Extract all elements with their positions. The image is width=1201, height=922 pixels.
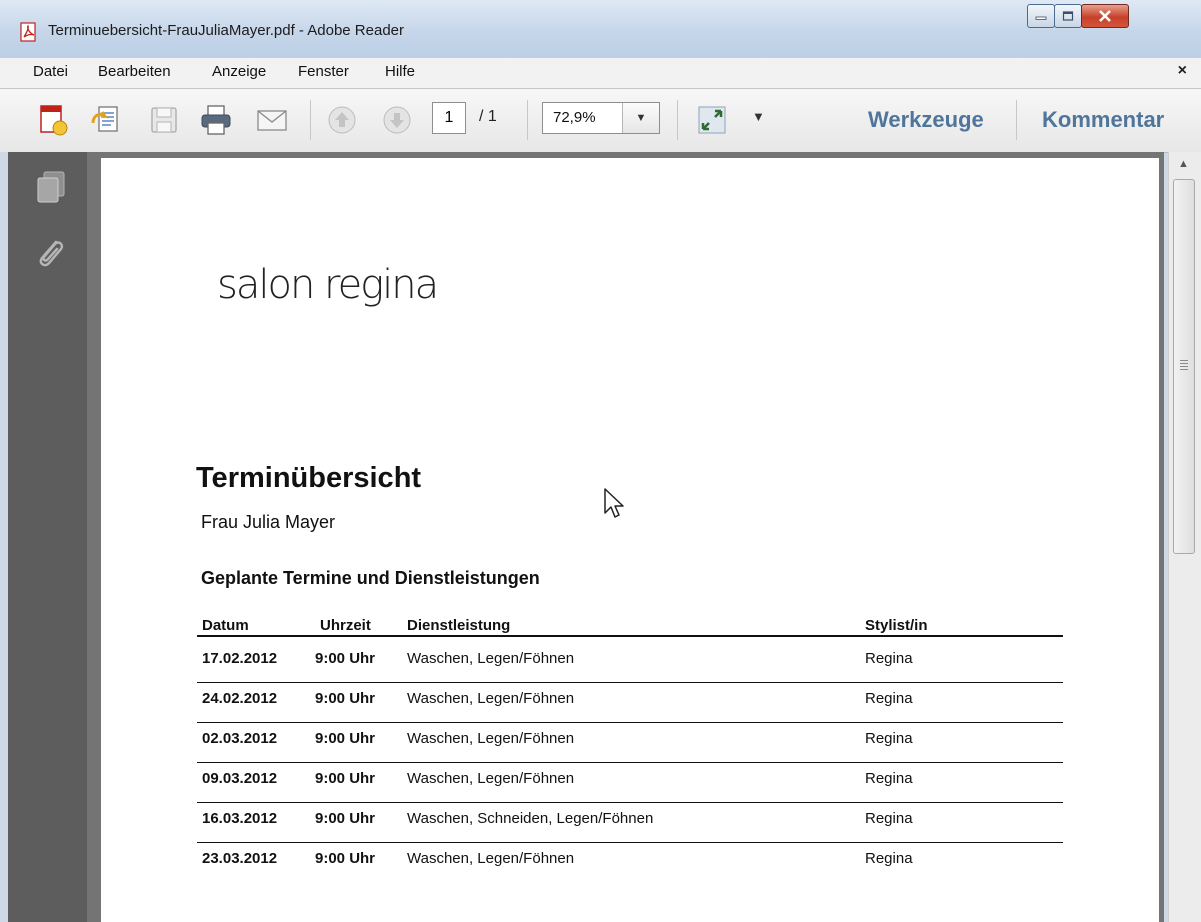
cell-dienstleistung: Waschen, Legen/Föhnen — [407, 690, 575, 707]
page-down-icon[interactable] — [380, 103, 414, 137]
menu-anzeige[interactable]: Anzeige — [212, 63, 266, 80]
vertical-scrollbar[interactable]: ▲ — [1168, 152, 1201, 922]
cell-stylist: Regina — [865, 730, 913, 747]
table-row: 02.03.2012 9:00 Uhr Waschen, Legen/Föhne… — [197, 723, 1063, 763]
title-bar: Terminuebersicht-FrauJuliaMayer.pdf - Ad… — [0, 0, 1201, 58]
cell-stylist: Regina — [865, 850, 913, 867]
close-button[interactable] — [1081, 4, 1129, 28]
document-title: Terminübersicht — [196, 462, 422, 494]
attachment-icon[interactable] — [30, 234, 70, 274]
menu-bar: Datei Bearbeiten Anzeige Fenster Hilfe × — [0, 58, 1201, 89]
document-subtitle: Frau Julia Mayer — [201, 512, 336, 532]
salon-logo: salon regina — [217, 262, 439, 308]
chevron-down-icon: ▼ — [635, 112, 647, 124]
email-icon[interactable] — [255, 103, 289, 137]
toolbar-separator — [677, 100, 678, 140]
scrollbar-grip-icon — [1180, 360, 1188, 372]
cell-datum: 02.03.2012 — [202, 730, 278, 747]
toolbar-more-icon[interactable]: ▼ — [752, 109, 765, 124]
page-thumbnails-icon[interactable] — [30, 166, 70, 206]
page-up-icon[interactable] — [325, 103, 359, 137]
adobe-reader-window: Terminuebersicht-FrauJuliaMayer.pdf - Ad… — [0, 0, 1201, 922]
maximize-button[interactable] — [1054, 4, 1082, 28]
cell-dienstleistung: Waschen, Legen/Föhnen — [407, 850, 575, 867]
toolbar-separator — [1016, 100, 1017, 140]
cell-stylist: Regina — [865, 810, 913, 827]
mouse-cursor-icon — [604, 488, 624, 518]
maximize-icon — [1062, 11, 1074, 21]
section-heading: Geplante Termine und Dienstleistungen — [201, 568, 540, 588]
save-icon[interactable] — [147, 103, 181, 137]
comment-tab[interactable]: Kommentar — [1042, 107, 1164, 133]
zoom-value: 72,9% — [553, 109, 596, 126]
cell-dienstleistung: Waschen, Legen/Föhnen — [407, 770, 575, 787]
cell-dienstleistung: Waschen, Legen/Föhnen — [407, 650, 575, 667]
tools-tab[interactable]: Werkzeuge — [868, 107, 984, 133]
zoom-select[interactable]: 72,9% ▼ — [542, 102, 660, 134]
document-close-button[interactable]: × — [1178, 62, 1187, 80]
create-pdf-icon[interactable] — [36, 103, 70, 137]
column-header-dienstleistung: Dienstleistung — [407, 617, 511, 634]
column-header-stylist: Stylist/in — [865, 617, 928, 634]
toolbar: / 1 72,9% ▼ ▼ Werkzeuge Kommentar — [0, 89, 1201, 153]
table-row: 16.03.2012 9:00 Uhr Waschen, Schneiden, … — [197, 803, 1063, 843]
window-title: Terminuebersicht-FrauJuliaMayer.pdf - Ad… — [48, 22, 405, 39]
cell-uhrzeit: 9:00 Uhr — [315, 650, 376, 667]
cell-datum: 24.02.2012 — [202, 690, 278, 707]
close-icon — [1099, 10, 1111, 22]
cell-uhrzeit: 9:00 Uhr — [315, 690, 376, 707]
table-row: 17.02.2012 9:00 Uhr Waschen, Legen/Föhne… — [197, 643, 1063, 683]
cell-dienstleistung: Waschen, Schneiden, Legen/Föhnen — [407, 810, 654, 827]
cell-datum: 09.03.2012 — [202, 770, 278, 787]
cell-datum: 17.02.2012 — [202, 650, 278, 667]
toolbar-separator — [527, 100, 528, 140]
adobe-pdf-icon — [20, 22, 36, 42]
window-frame-left — [0, 152, 8, 922]
scroll-up-icon[interactable]: ▲ — [1178, 158, 1189, 170]
menu-fenster[interactable]: Fenster — [298, 63, 349, 80]
menu-bearbeiten[interactable]: Bearbeiten — [98, 63, 171, 80]
cell-uhrzeit: 9:00 Uhr — [315, 730, 376, 747]
cell-datum: 16.03.2012 — [202, 810, 278, 827]
page-total: / 1 — [479, 108, 497, 125]
menu-datei[interactable]: Datei — [33, 63, 68, 80]
open-file-icon[interactable] — [90, 103, 124, 137]
fit-expand-icon[interactable] — [695, 103, 729, 137]
zoom-dropdown-button[interactable]: ▼ — [622, 103, 659, 133]
menu-hilfe[interactable]: Hilfe — [385, 63, 415, 80]
table-row: 23.03.2012 9:00 Uhr Waschen, Legen/Föhne… — [197, 843, 1063, 883]
table-row: 09.03.2012 9:00 Uhr Waschen, Legen/Föhne… — [197, 763, 1063, 803]
cell-stylist: Regina — [865, 650, 913, 667]
page-number-input[interactable] — [432, 102, 466, 134]
minimize-icon — [1035, 16, 1047, 20]
cell-uhrzeit: 9:00 Uhr — [315, 770, 376, 787]
column-header-uhrzeit: Uhrzeit — [320, 617, 371, 634]
table-header-rule — [197, 635, 1063, 637]
toolbar-separator — [310, 100, 311, 140]
navigation-sidebar — [0, 152, 87, 922]
print-icon[interactable] — [199, 103, 233, 137]
column-header-datum: Datum — [202, 617, 249, 634]
cell-stylist: Regina — [865, 690, 913, 707]
cell-datum: 23.03.2012 — [202, 850, 278, 867]
cell-uhrzeit: 9:00 Uhr — [315, 810, 376, 827]
minimize-button[interactable] — [1027, 4, 1055, 28]
cell-stylist: Regina — [865, 770, 913, 787]
table-row: 24.02.2012 9:00 Uhr Waschen, Legen/Föhne… — [197, 683, 1063, 723]
scrollbar-thumb[interactable] — [1173, 179, 1195, 554]
cell-uhrzeit: 9:00 Uhr — [315, 850, 376, 867]
cell-dienstleistung: Waschen, Legen/Föhnen — [407, 730, 575, 747]
